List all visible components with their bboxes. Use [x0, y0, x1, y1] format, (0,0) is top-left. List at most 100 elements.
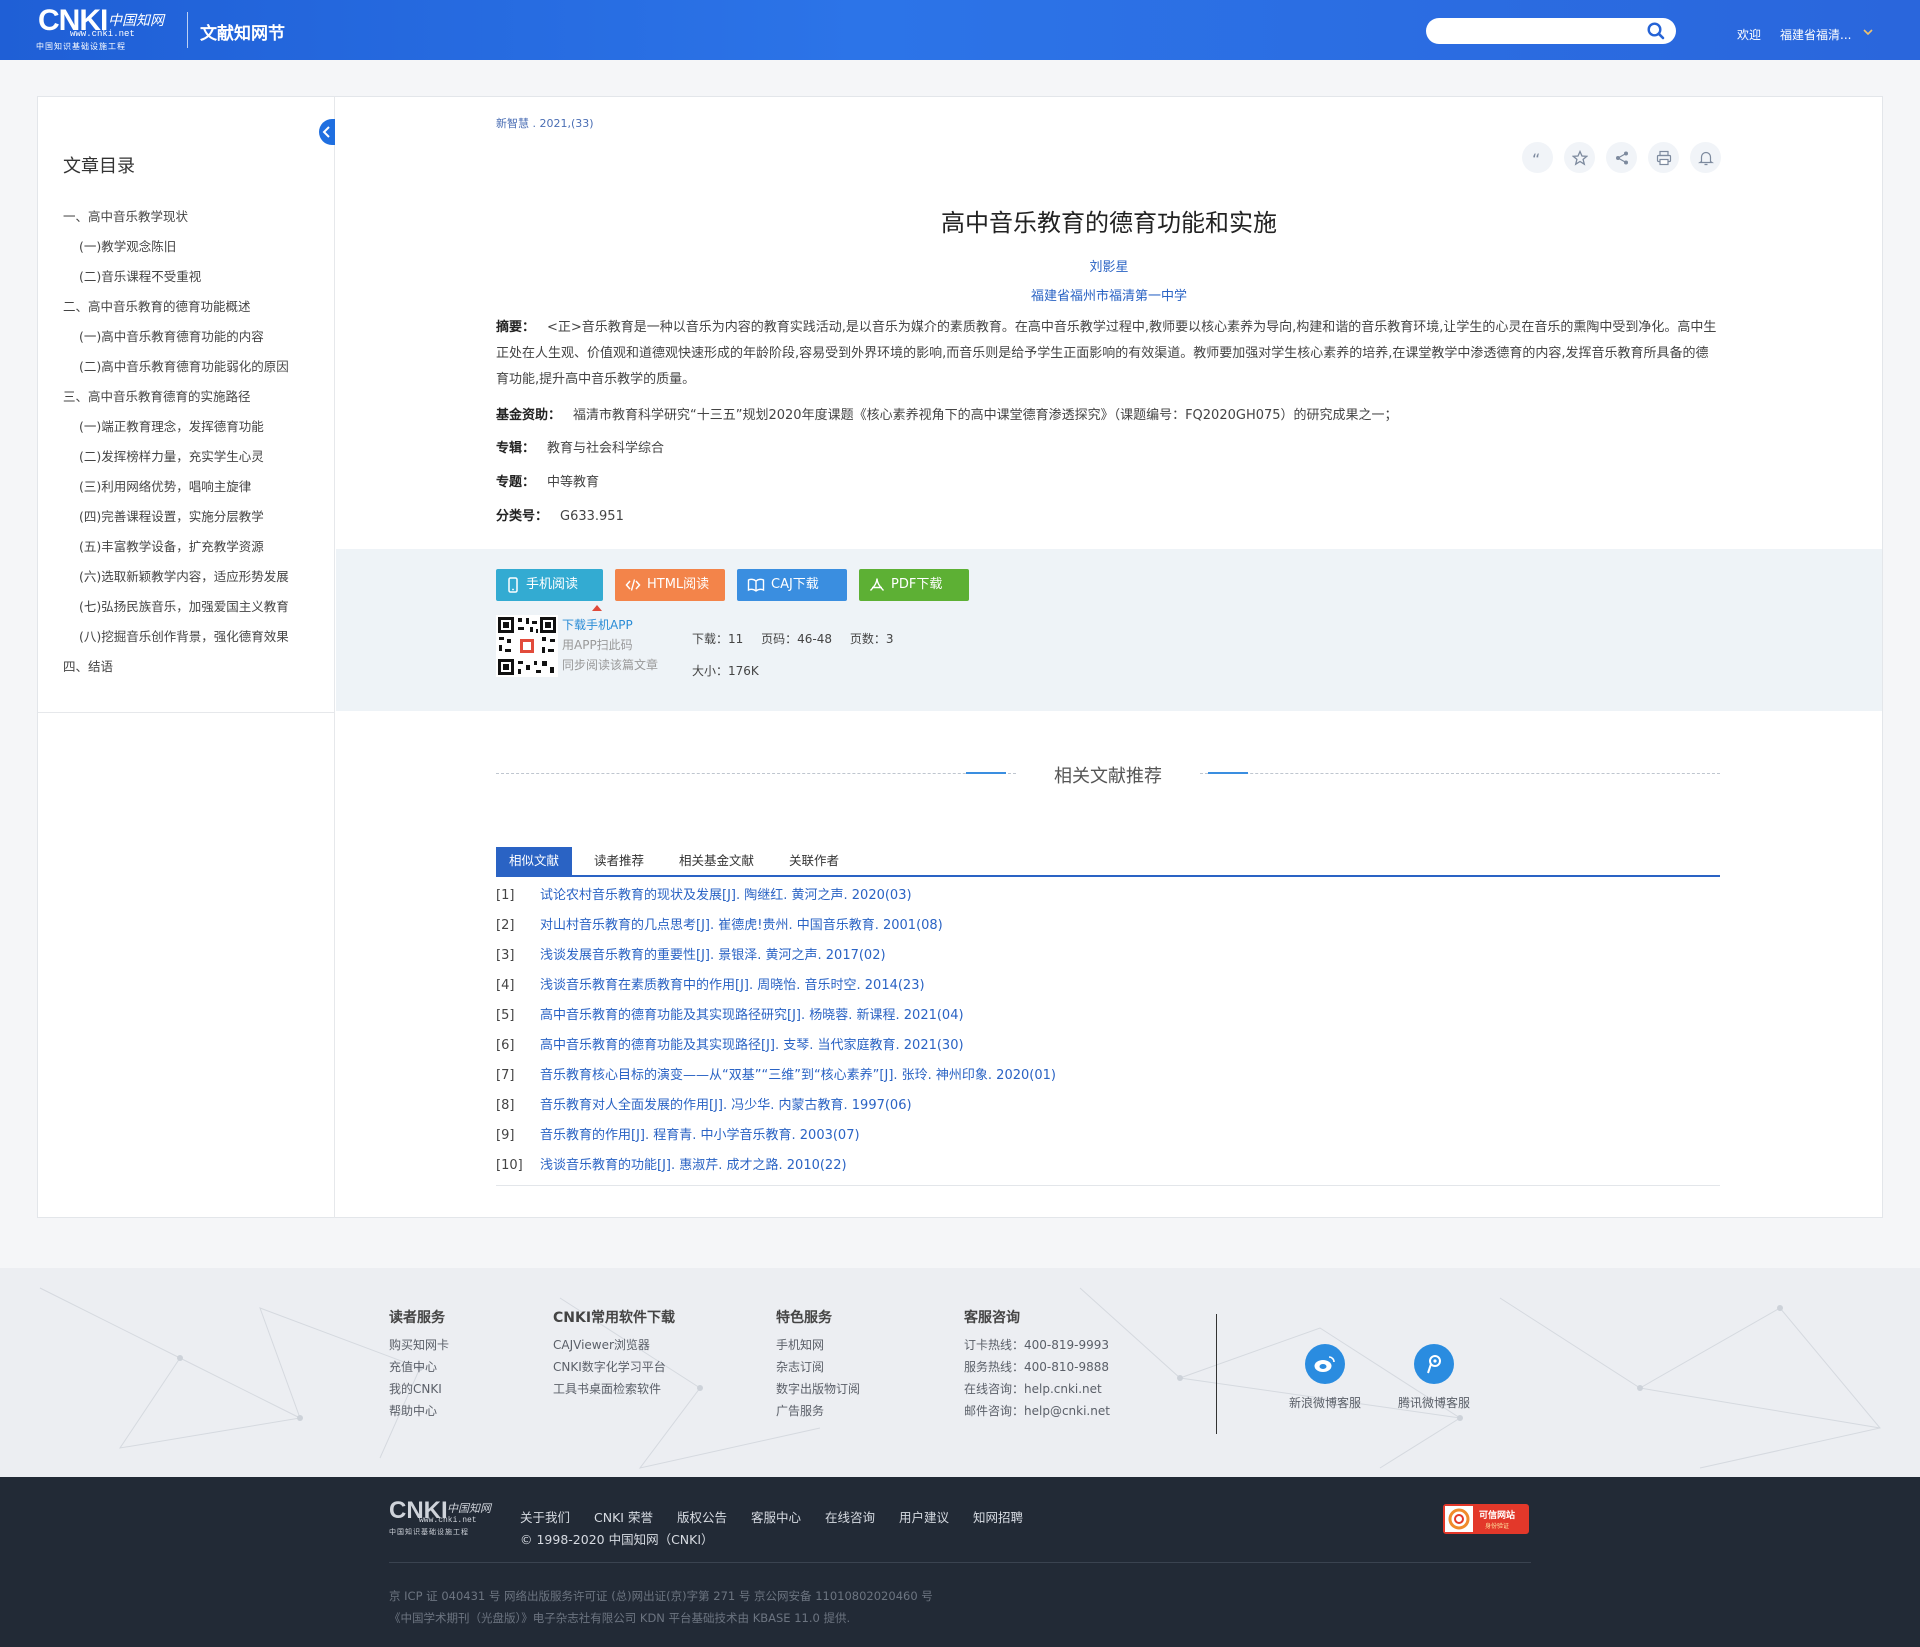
footer-bottom-link[interactable]: 知网招聘 [973, 1507, 1023, 1526]
reference-link[interactable]: 试论农村音乐教育的现状及发展[J]. 陶继红. 黄河之声. 2020(03) [540, 881, 912, 911]
cite-button[interactable]: “ [1522, 142, 1553, 173]
search-icon[interactable] [1646, 21, 1666, 41]
affiliation-name[interactable]: 福建省福州市福清第一中学 [1031, 289, 1187, 304]
network-background-pattern [39, 1287, 1881, 1469]
toc-item[interactable]: (八)挖掘音乐创作背景，强化德育效果 [63, 627, 289, 657]
toc-item[interactable]: (一)高中音乐教育德育功能的内容 [63, 327, 289, 357]
trusted-badge-text: 可信网站 [1479, 1511, 1516, 1521]
footer-link[interactable]: 帮助中心 [389, 1400, 449, 1422]
toc-item[interactable]: (七)弘扬民族音乐，加强爱国主义教育 [63, 597, 289, 627]
related-tab[interactable]: 相关基金文献 [666, 847, 767, 875]
toc-item[interactable]: 三、高中音乐教育德育的实施路径 [63, 387, 289, 417]
toc-item[interactable]: (三)利用网络优势，唱响主旋律 [63, 477, 289, 507]
journal-reference[interactable]: 新智慧 . 2021,(33) [496, 115, 594, 131]
chevron-left-icon [322, 126, 330, 138]
footer-link[interactable]: 数字出版物订阅 [776, 1378, 860, 1400]
search-input[interactable] [1426, 18, 1676, 44]
chevron-down-icon[interactable] [1862, 27, 1874, 37]
logo-sub-text: 中国知识基础设施工程 [36, 42, 126, 51]
reference-item: [9] 音乐教育的作用[J]. 程育青. 中小学音乐教育. 2003(07) [496, 1121, 1720, 1151]
page-range: 页码：46-48 [761, 632, 832, 646]
trusted-badge-sub: 身份验证 [1485, 1523, 1510, 1530]
toc-item[interactable]: (四)完善课程设置，实施分层教学 [63, 507, 289, 537]
alert-button[interactable] [1690, 142, 1721, 173]
footer-bottom-link[interactable]: 在线咨询 [825, 1507, 875, 1526]
stats-row-2: 大小：176K [692, 655, 907, 687]
cnki-logo[interactable]: CNKI 中国知网 www.cnki.net 中国知识基础设施工程 [36, 5, 176, 53]
reference-link[interactable]: 高中音乐教育的德育功能及其实现路径研究[J]. 杨晓蓉. 新课程. 2021(0… [540, 1001, 964, 1031]
reference-link[interactable]: 浅谈音乐教育的功能[J]. 惠淑芹. 成才之路. 2010(22) [540, 1151, 847, 1181]
toc-item[interactable]: (二)高中音乐教育德育功能弱化的原因 [63, 357, 289, 387]
collapse-sidebar-button[interactable] [319, 119, 335, 145]
fund-text[interactable]: 福清市教育科学研究“十三五”规划2020年度课题《核心素养视角下的高中课堂德育渗… [573, 408, 1398, 423]
related-tab[interactable]: 相似文献 [496, 847, 573, 875]
print-button[interactable] [1648, 142, 1679, 173]
copyright-text: © 1998-2020 中国知网（CNKI） [520, 1532, 714, 1547]
caj-download-button[interactable]: CAJ下载 [737, 569, 847, 601]
reference-link[interactable]: 浅谈发展音乐教育的重要性[J]. 景银泽. 黄河之声. 2017(02) [540, 941, 886, 971]
reference-link[interactable]: 音乐教育对人全面发展的作用[J]. 冯少华. 内蒙古教育. 1997(06) [540, 1091, 912, 1121]
html-read-button[interactable]: HTML阅读 [615, 569, 725, 601]
toc-item[interactable]: 四、结语 [63, 657, 289, 687]
related-tab[interactable]: 关联作者 [776, 847, 852, 875]
logo-divider [187, 12, 188, 48]
reference-number: [10] [496, 1158, 523, 1173]
top-header: CNKI 中国知网 www.cnki.net 中国知识基础设施工程 文献知网节 … [0, 0, 1920, 60]
footer-bottom-link[interactable]: 客服中心 [751, 1507, 801, 1526]
toc-item[interactable]: (一)教学观念陈旧 [63, 237, 289, 267]
tencent-weibo-label: 腾讯微博客服 [1398, 1396, 1471, 1410]
toc-item[interactable]: (一)端正教育理念，发挥德育功能 [63, 417, 289, 447]
footer-link[interactable]: 购买知网卡 [389, 1334, 449, 1356]
footer-link[interactable]: 我的CNKI [389, 1378, 449, 1400]
app-download-info: 下载手机APP 用APP扫此码 同步阅读该篇文章 [562, 615, 658, 675]
footer-bottom-link[interactable]: 版权公告 [677, 1507, 727, 1526]
reference-link[interactable]: 音乐教育的作用[J]. 程育青. 中小学音乐教育. 2003(07) [540, 1121, 860, 1151]
footer-link[interactable]: 在线咨询：help.cnki.net [964, 1378, 1110, 1400]
download-app-link[interactable]: 下载手机APP [562, 615, 658, 635]
footer-bottom: CNKI 中国知网 www.cnki.net 中国知识基础设施工程 关于我们 CN… [0, 1477, 1920, 1647]
trusted-site-badge[interactable]: 可信网站 身份验证 [1443, 1504, 1529, 1534]
footer-link[interactable]: 广告服务 [776, 1400, 860, 1422]
toc-item[interactable]: (二)发挥榜样力量，充实学生心灵 [63, 447, 289, 477]
reference-link[interactable]: 音乐教育核心目标的演变——从“双基”“三维”到“核心素养”[J]. 张玲. 神州… [540, 1061, 1056, 1091]
footer-link[interactable]: 订卡热线：400-819-9993 [964, 1334, 1110, 1356]
toc-item[interactable]: (二)音乐课程不受重视 [63, 267, 289, 297]
footer-link[interactable]: 工具书桌面检索软件 [553, 1378, 675, 1400]
mobile-read-button[interactable]: 手机阅读 [496, 569, 603, 601]
reference-number: [3] [496, 948, 515, 963]
toc-item[interactable]: (五)丰富教学设备，扩充教学资源 [63, 537, 289, 567]
related-tab[interactable]: 读者推荐 [581, 847, 657, 875]
favorite-button[interactable] [1564, 142, 1595, 173]
toc-item[interactable]: 一、高中音乐教学现状 [63, 207, 289, 237]
toc-list: 一、高中音乐教学现状 (一)教学观念陈旧 (二)音乐课程不受重视 二、高中音乐教育的德… [63, 207, 289, 687]
footer-link[interactable]: 手机知网 [776, 1334, 860, 1356]
footer-links: 关于我们 CNKI 荣誉 版权公告 客服中心 在线咨询 用户建议 知网招聘 [520, 1507, 1023, 1526]
tencent-weibo-service[interactable]: 腾讯微博客服 [1398, 1344, 1470, 1411]
reference-link[interactable]: 高中音乐教育的德育功能及其实现路径[J]. 支琴. 当代家庭教育. 2021(3… [540, 1031, 964, 1061]
footer-link[interactable]: CAJViewer浏览器 [553, 1334, 675, 1356]
footer-column-title: 客服咨询 [964, 1310, 1020, 1326]
footer-link[interactable]: 邮件咨询：help@cnki.net [964, 1400, 1110, 1422]
reference-link[interactable]: 浅谈音乐教育在素质教育中的作用[J]. 周晓怡. 音乐时空. 2014(23) [540, 971, 925, 1001]
pdf-download-button[interactable]: PDF下载 [859, 569, 969, 601]
icp-line-2: 《中国学术期刊（光盘版）》电子杂志社有限公司 KDN 平台基础技术由 KBASE… [389, 1611, 851, 1625]
author-name[interactable]: 刘影星 [1089, 260, 1128, 275]
footer-link[interactable]: 服务热线：400-810-9888 [964, 1356, 1110, 1378]
footer-link[interactable]: 充值中心 [389, 1356, 449, 1378]
footer-bottom-link[interactable]: 用户建议 [899, 1507, 949, 1526]
sina-weibo-service[interactable]: 新浪微博客服 [1289, 1344, 1361, 1411]
file-size: 大小：176K [692, 664, 759, 678]
footer-link[interactable]: CNKI数字化学习平台 [553, 1356, 675, 1378]
quote-icon: “ [1532, 150, 1540, 166]
share-button[interactable] [1606, 142, 1637, 173]
user-menu[interactable]: 福建省福清... [1780, 26, 1851, 43]
toc-sidebar: 文章目录 一、高中音乐教学现状 (一)教学观念陈旧 (二)音乐课程不受重视 二、高中音… [38, 97, 335, 713]
footer-link[interactable]: 杂志订阅 [776, 1356, 860, 1378]
footer-bottom-link[interactable]: 关于我们 [520, 1507, 570, 1526]
footer-bottom-link[interactable]: CNKI 荣誉 [594, 1507, 653, 1526]
footer-cnki-logo: CNKI 中国知网 www.cnki.net 中国知识基础设施工程 [389, 1497, 501, 1538]
toc-item[interactable]: (六)选取新颖教学内容，适应形势发展 [63, 567, 289, 597]
fund-block: 基金资助： 福清市教育科学研究“十三五”规划2020年度课题《核心素养视角下的高中… [496, 403, 1720, 429]
reference-link[interactable]: 对山村音乐教育的几点思考[J]. 崔德虎!贵州. 中国音乐教育. 2001(08… [540, 911, 943, 941]
toc-item[interactable]: 二、高中音乐教育的德育功能概述 [63, 297, 289, 327]
